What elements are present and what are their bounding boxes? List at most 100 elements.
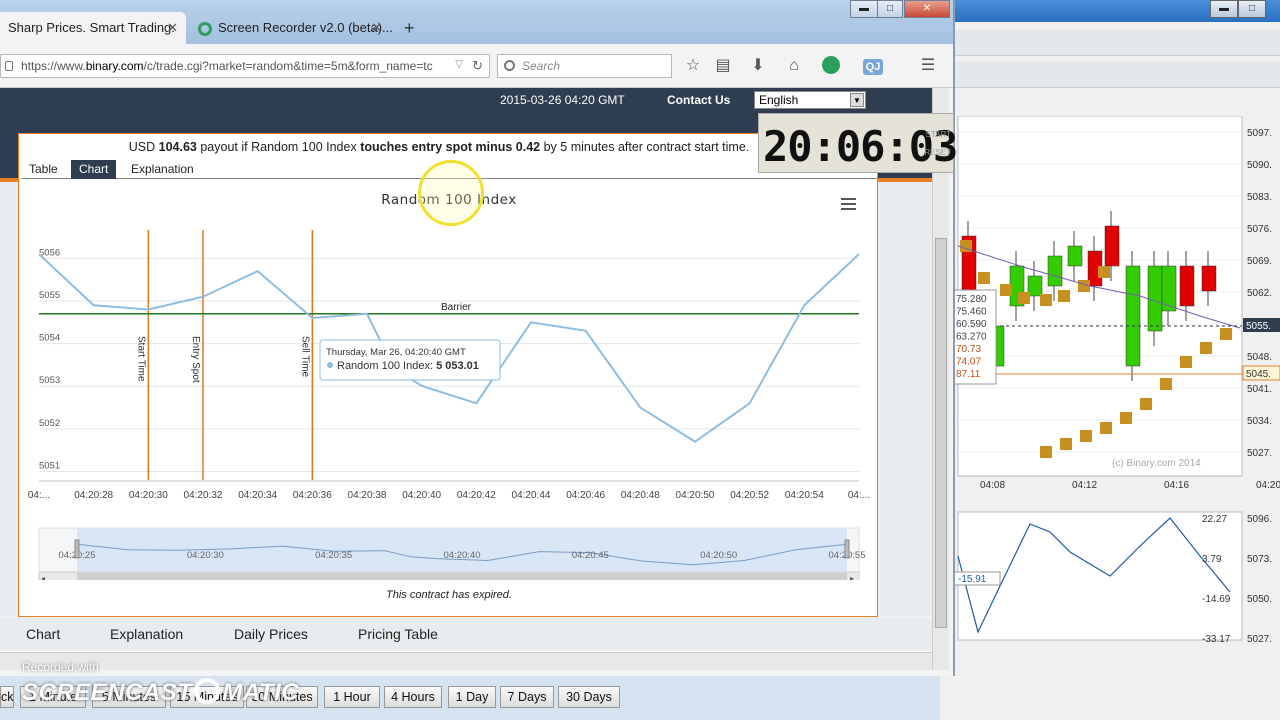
lower-tab-daily-prices[interactable]: Daily Prices	[234, 626, 308, 642]
lower-nav: Chart Explanation Daily Prices Pricing T…	[0, 618, 932, 650]
scrollbar-thumb[interactable]	[935, 238, 947, 628]
x-tick-label: 04:20:44	[512, 490, 551, 501]
timeframe-button[interactable]: 4 Hours	[384, 686, 442, 708]
bg-candle	[1027, 275, 1043, 297]
timeframe-button[interactable]: 1 Hour	[324, 686, 380, 708]
x-tick-label: 04:20:36	[293, 490, 332, 501]
bg-indicator-marker	[1120, 412, 1132, 424]
x-tick-label: 04:20:32	[184, 490, 223, 501]
payout-condition: touches entry spot minus 0.42	[360, 140, 541, 154]
timeframe-button[interactable]: 7 Days	[500, 686, 554, 708]
y-tick-label: 5052	[39, 418, 60, 429]
marker-label: Start Time	[135, 336, 146, 382]
reload-icon[interactable]: ↻	[472, 58, 483, 74]
bg-time-tick: 04:20	[1256, 480, 1280, 491]
url-bar[interactable]: https://www.binary.com/c/trade.cgi?marke…	[0, 54, 490, 78]
y-tick-label: 5054	[39, 333, 60, 344]
reading-list-icon[interactable]: ▤	[713, 56, 733, 76]
close-tab-icon[interactable]: ✕	[167, 20, 178, 36]
close-tab-icon[interactable]: ✕	[371, 20, 382, 36]
bg-indicator-marker	[1220, 328, 1232, 340]
x-tick-label: 04:20:28	[74, 490, 113, 501]
close-window-button[interactable]: ✕	[904, 0, 950, 18]
search-icon	[504, 60, 515, 71]
chart-menu-icon[interactable]	[841, 198, 856, 210]
x-tick-label: 04:20:54	[785, 490, 824, 501]
tab-binary[interactable]: Sharp Prices. Smart Trading. ✕	[0, 12, 186, 44]
payout-text: payout if Random 100 Index	[200, 140, 357, 154]
menu-icon[interactable]: ☰	[918, 56, 938, 76]
timeframe-button[interactable]: 30 Days	[558, 686, 620, 708]
navigator-handle-left	[74, 539, 80, 559]
clock-reset-button[interactable]: RESET	[924, 148, 951, 157]
tab-table[interactable]: Table	[21, 160, 66, 179]
url-dropdown-icon[interactable]: ▽	[455, 59, 463, 70]
bg-indicator-marker	[1180, 356, 1192, 368]
tab-screen-recorder[interactable]: Screen Recorder v2.0 (beta)... ✕	[190, 12, 393, 44]
bg-line-price: 5045.	[1246, 369, 1271, 380]
vertical-scrollbar[interactable]	[932, 88, 949, 670]
bg-price-tick: 5069.	[1247, 256, 1272, 267]
bg-toolbar-strip	[940, 30, 1280, 56]
star-icon[interactable]: ☆	[683, 56, 703, 76]
bg-indicator-marker	[1058, 290, 1070, 302]
tab-bar: Sharp Prices. Smart Trading. ✕ Screen Re…	[0, 0, 953, 44]
timeframe-button[interactable]: ck	[0, 686, 14, 708]
marker-label: Sell Time	[299, 336, 310, 378]
home-icon[interactable]: ⌂	[784, 56, 804, 76]
bg-osc-right-tick: 5096.	[1247, 514, 1272, 525]
lower-tab-pricing-table[interactable]: Pricing Table	[358, 626, 438, 642]
contact-us-link[interactable]: Contact Us	[667, 93, 730, 107]
bg-maximize-button[interactable]: □	[1238, 0, 1266, 18]
bg-time-tick: 04:08	[980, 480, 1005, 491]
bg-price-tick: 5041.	[1247, 384, 1272, 395]
bg-chart-watermark: (c) Binary.com 2014	[1112, 458, 1201, 469]
navigator-tick-label: 04:20:30	[187, 550, 224, 561]
download-icon[interactable]: ⬇	[748, 56, 768, 76]
tooltip-series-name: Random 100 Index:	[337, 360, 433, 372]
site-header: 2015-03-26 04:20 GMT Contact Us English …	[0, 88, 932, 112]
logo-ring-icon	[194, 678, 221, 704]
horizontal-scrollbar[interactable]	[0, 652, 932, 670]
clock-start-button[interactable]: START	[926, 130, 951, 139]
bg-osc-tick: -14.69	[1202, 594, 1231, 605]
lower-tab-explanation[interactable]: Explanation	[110, 626, 183, 642]
bg-price-tick: 5034.	[1247, 416, 1272, 427]
minimize-button[interactable]: ▬	[850, 0, 878, 18]
bg-legend-value: 60.590	[956, 319, 987, 330]
search-input[interactable]: Search	[497, 54, 672, 78]
tab-title: Screen Recorder v2.0 (beta)...	[218, 20, 393, 35]
tab-explanation[interactable]: Explanation	[123, 160, 202, 179]
bg-legend-value: 87.11	[956, 369, 981, 380]
tab-chart[interactable]: Chart	[71, 160, 117, 179]
language-select[interactable]: English ▼	[754, 91, 866, 109]
language-value: English	[759, 93, 799, 107]
bg-price-tick: 5076.	[1247, 224, 1272, 235]
watermark-caption: Recorded with	[22, 660, 99, 674]
server-datetime: 2015-03-26 04:20 GMT	[500, 93, 625, 107]
bg-indicator-marker	[1000, 284, 1012, 296]
x-tick-label: 04:20:38	[348, 490, 387, 501]
bg-price-tick: 5062.	[1247, 288, 1272, 299]
bg-indicator-marker	[978, 272, 990, 284]
x-tick-label: 04:...	[848, 490, 870, 501]
new-tab-button[interactable]: +	[404, 18, 415, 39]
maximize-button[interactable]: □	[877, 0, 903, 18]
lower-tab-chart[interactable]: Chart	[26, 626, 60, 642]
extension-icon[interactable]: QJ	[860, 56, 886, 76]
x-tick-label: 04:20:52	[730, 490, 769, 501]
bg-indicator-marker	[1098, 266, 1110, 278]
timeframe-button[interactable]: 1 Day	[448, 686, 496, 708]
bg-legend-value: 70.73	[956, 344, 981, 355]
grammarly-icon[interactable]	[821, 56, 841, 76]
navigator-tick-label: 04:20:35	[315, 550, 352, 561]
search-placeholder: Search	[522, 59, 561, 73]
navigator-handle-right	[844, 539, 850, 559]
tooltip-series: Random 100 Index: 5 053.01	[337, 360, 479, 372]
bg-minimize-button[interactable]: ▬	[1210, 0, 1238, 18]
bg-indicator-marker	[1060, 438, 1072, 450]
bg-candle	[1067, 245, 1083, 267]
navigator-tick-label: 04:20:45	[572, 550, 609, 561]
background-window: ▬ □ 5097.5090.5083.5076.5069.5062.5055.5…	[940, 0, 1280, 720]
chart-navigator[interactable]: 04:20:2504:20:3004:20:3504:20:4004:20:45…	[38, 527, 865, 580]
